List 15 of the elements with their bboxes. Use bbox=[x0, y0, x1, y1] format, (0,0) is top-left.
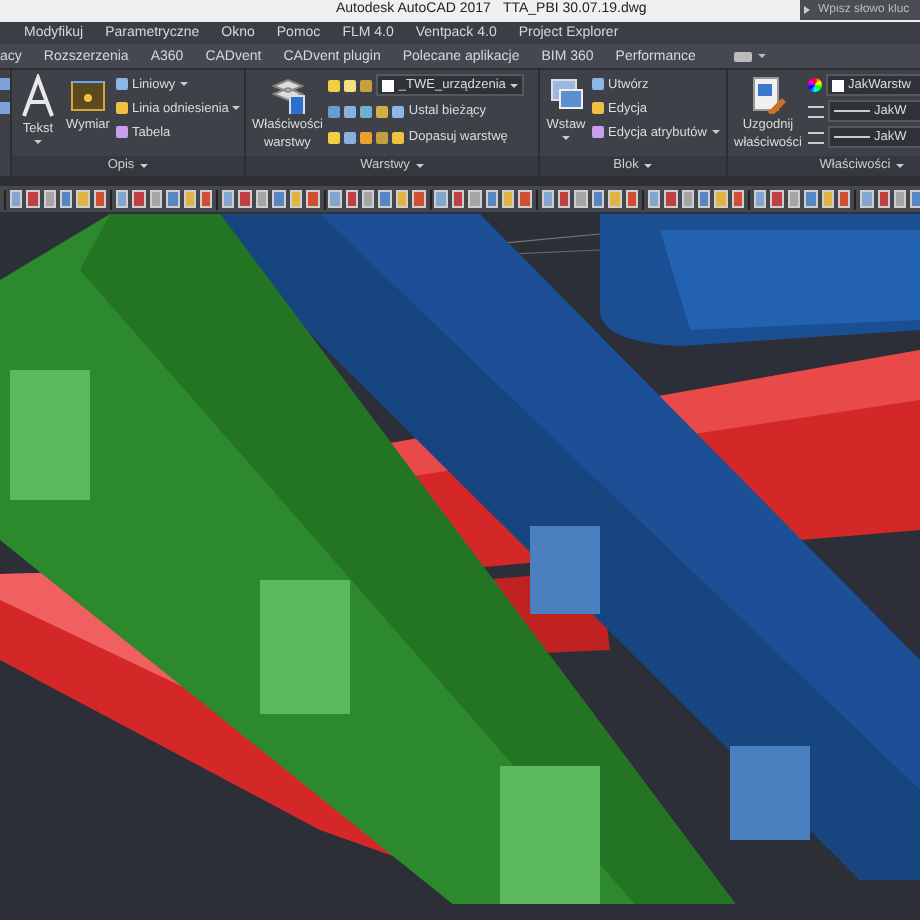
caret-icon bbox=[644, 164, 653, 168]
layer-stack-icon bbox=[267, 74, 308, 114]
color-swatch-icon bbox=[382, 79, 395, 91]
letter-a-icon bbox=[18, 74, 58, 118]
caret-icon bbox=[757, 54, 766, 58]
insert-block-icon bbox=[546, 74, 586, 114]
caret-icon bbox=[896, 164, 905, 168]
match-properties-icon bbox=[747, 74, 788, 114]
arrow-icon bbox=[804, 6, 810, 14]
color-wheel-icon bbox=[807, 78, 822, 92]
caret-icon bbox=[415, 164, 424, 168]
color-swatch-icon bbox=[831, 79, 844, 91]
caret-icon bbox=[140, 164, 149, 168]
caret-icon bbox=[509, 83, 518, 87]
camera-icon[interactable] bbox=[733, 51, 752, 61]
